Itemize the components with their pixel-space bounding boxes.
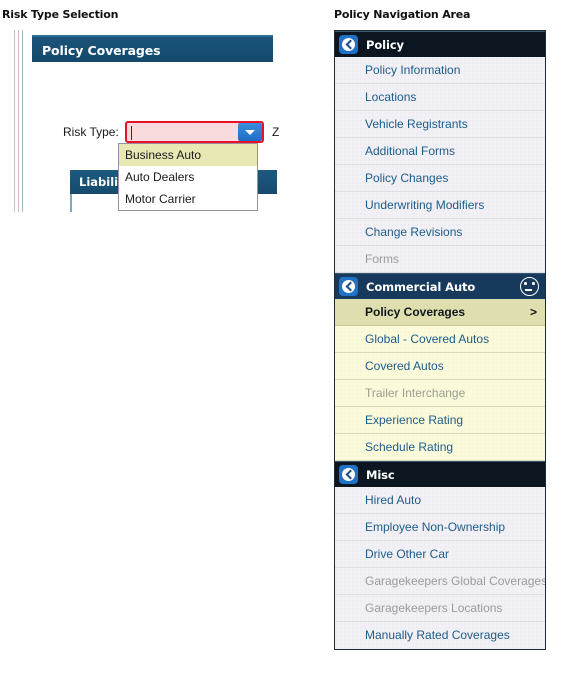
nav-item-trailer-interchange: Trailer Interchange xyxy=(335,380,545,407)
nav-item-underwriting-modifiers[interactable]: Underwriting Modifiers xyxy=(335,192,545,219)
nav-item-label: Manually Rated Coverages xyxy=(365,628,510,642)
nav-item-vehicle-registrants[interactable]: Vehicle Registrants xyxy=(335,111,545,138)
nav-item-label: Hired Auto xyxy=(365,493,422,507)
nav-item-label: Covered Autos xyxy=(365,359,444,373)
nav-item-label: Locations xyxy=(365,90,417,104)
nav-item-label: Trailer Interchange xyxy=(365,386,466,400)
risk-type-selection-panel: Policy Coverages Risk Type: Z Liability … xyxy=(14,30,279,212)
screenshot-root: Risk Type Selection Policy Navigation Ar… xyxy=(0,0,570,690)
nav-item-experience-rating[interactable]: Experience Rating xyxy=(335,407,545,434)
risk-type-option[interactable]: Motor Carrier xyxy=(119,188,257,210)
chevron-badge-icon xyxy=(339,277,358,296)
nav-group-title: Misc xyxy=(366,467,395,482)
nav-item-global-covered-autos[interactable]: Global - Covered Autos xyxy=(335,326,545,353)
nav-item-label: Global - Covered Autos xyxy=(365,332,490,346)
neutral-face-icon[interactable] xyxy=(520,277,539,296)
nav-item-label: Garagekeepers Global Coverages xyxy=(365,574,545,588)
nav-item-manually-rated-coverages[interactable]: Manually Rated Coverages xyxy=(335,622,545,649)
nav-group-header[interactable]: Commercial Auto xyxy=(335,273,545,299)
nav-item-policy-coverages[interactable]: Policy Coverages > xyxy=(335,299,545,326)
chevron-badge-icon xyxy=(339,465,358,484)
nav-item-label: Drive Other Car xyxy=(365,547,450,561)
nav-item-label: Forms xyxy=(365,252,399,266)
nav-item-hired-auto[interactable]: Hired Auto xyxy=(335,487,545,514)
nav-item-label: Vehicle Registrants xyxy=(365,117,468,131)
dropdown-arrow-button[interactable] xyxy=(238,123,262,141)
chevron-badge-icon xyxy=(339,35,358,54)
policy-coverages-header: Policy Coverages xyxy=(32,35,273,62)
nav-item-label: Policy Information xyxy=(365,63,461,77)
left-section-caption: Risk Type Selection xyxy=(2,8,119,21)
risk-type-combobox[interactable] xyxy=(125,121,264,143)
nav-item-label: Schedule Rating xyxy=(365,440,454,454)
right-section-caption: Policy Navigation Area xyxy=(334,8,471,21)
nav-item-label: Underwriting Modifiers xyxy=(365,198,485,212)
risk-type-option[interactable]: Auto Dealers xyxy=(119,166,257,188)
risk-type-option[interactable]: Business Auto xyxy=(119,144,257,166)
nav-item-covered-autos[interactable]: Covered Autos xyxy=(335,353,545,380)
text-caret xyxy=(131,126,132,140)
nav-item-change-revisions[interactable]: Change Revisions xyxy=(335,219,545,246)
nav-item-garagekeepers-locations: Garagekeepers Locations xyxy=(335,595,545,622)
nav-item-forms: Forms xyxy=(335,246,545,273)
nav-group-header[interactable]: Policy xyxy=(335,31,545,57)
nav-group: Commercial Auto Policy Coverages > Global -… xyxy=(335,273,545,461)
chevron-down-icon xyxy=(245,129,255,135)
nav-item-garagekeepers-global-coverages: Garagekeepers Global Coverages xyxy=(335,568,545,595)
nav-item-policy-changes[interactable]: Policy Changes xyxy=(335,165,545,192)
nav-item-label: Additional Forms xyxy=(365,144,456,158)
nav-item-label: Policy Coverages xyxy=(365,305,466,319)
nav-item-label: Experience Rating xyxy=(365,413,464,427)
nav-item-label: Employee Non-Ownership xyxy=(365,520,506,534)
nav-item-employee-non-ownership[interactable]: Employee Non-Ownership xyxy=(335,514,545,541)
chevron-right-icon: > xyxy=(529,305,537,319)
nav-group-title: Policy xyxy=(366,37,404,52)
nav-group-header[interactable]: Misc xyxy=(335,461,545,487)
risk-type-dropdown-list[interactable]: Business Auto Auto Dealers Motor Carrier xyxy=(118,143,258,211)
nav-item-label: Garagekeepers Locations xyxy=(365,601,503,615)
panel-edge-rule-outer xyxy=(14,30,15,212)
trailing-text: Z xyxy=(272,125,280,139)
nav-item-schedule-rating[interactable]: Schedule Rating xyxy=(335,434,545,461)
nav-group: Misc Hired Auto Employee Non-Ownership Driv… xyxy=(335,461,545,649)
risk-type-label: Risk Type: xyxy=(63,125,119,139)
policy-navigation-panel: Policy Policy Information Locations Vehicle… xyxy=(334,30,546,650)
nav-group: Policy Policy Information Locations Vehicle… xyxy=(335,31,545,273)
nav-item-label: Policy Changes xyxy=(365,171,449,185)
nav-item-locations[interactable]: Locations xyxy=(335,84,545,111)
nav-item-drive-other-car[interactable]: Drive Other Car xyxy=(335,541,545,568)
nav-group-title: Commercial Auto xyxy=(366,279,476,294)
nav-item-additional-forms[interactable]: Additional Forms xyxy=(335,138,545,165)
panel-edge-rule-inner xyxy=(18,30,19,212)
nav-item-policy-information[interactable]: Policy Information xyxy=(335,57,545,84)
nav-item-label: Change Revisions xyxy=(365,225,463,239)
